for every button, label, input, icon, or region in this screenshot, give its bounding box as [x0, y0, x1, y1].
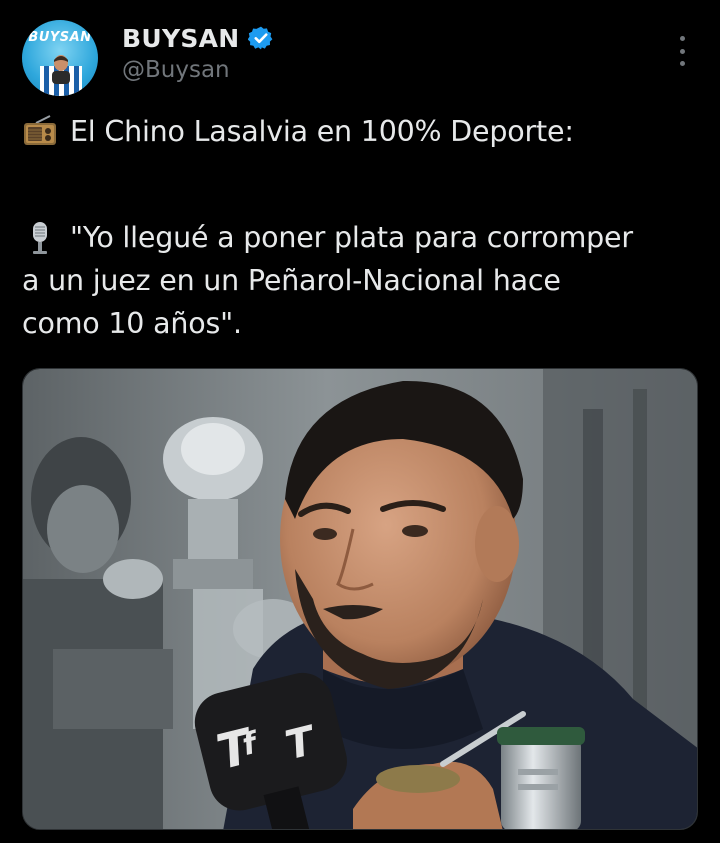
- tweet-line: "Yo llegué a poner plata para corromper: [22, 216, 702, 259]
- tweet-line-text: como 10 años".: [22, 307, 242, 340]
- avatar-person-icon: [52, 55, 70, 84]
- more-options-icon[interactable]: [668, 36, 696, 66]
- tweet-line-text: "Yo llegué a poner plata para corromper: [70, 221, 633, 254]
- tweet-text: El Chino Lasalvia en 100% Deporte: "Yo l…: [22, 110, 702, 345]
- verified-badge-icon: [247, 26, 272, 50]
- tweet-line: El Chino Lasalvia en 100% Deporte:: [22, 110, 702, 153]
- microphone-icon: [33, 221, 47, 254]
- avatar-logo-text: BUYSAN: [28, 30, 92, 45]
- tweet-line: a un juez en un Peñarol-Nacional hace: [22, 259, 702, 302]
- display-name[interactable]: BUYSAN: [122, 24, 240, 53]
- author-handle[interactable]: @Buysan: [122, 57, 230, 83]
- tweet-media-photo[interactable]: T f T: [22, 368, 698, 830]
- tweet-line-text: El Chino Lasalvia en 100% Deporte:: [70, 115, 574, 148]
- tweet-line-text: a un juez en un Peñarol-Nacional hace: [22, 264, 561, 297]
- avatar[interactable]: BUYSAN: [22, 20, 98, 96]
- radio-icon: [24, 114, 56, 145]
- tweet: BUYSAN BUYSAN @Buysan El Chino Lasalvia …: [0, 0, 720, 843]
- tweet-line: como 10 años".: [22, 302, 702, 345]
- author-name-row[interactable]: BUYSAN: [122, 22, 274, 54]
- interview-photo: T f T: [23, 369, 697, 829]
